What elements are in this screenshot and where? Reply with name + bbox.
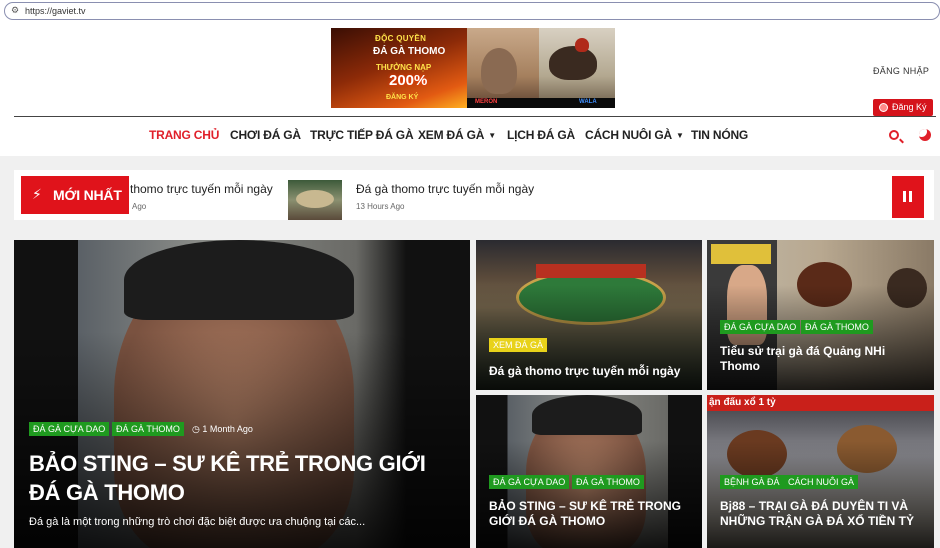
ticker-item-time: Ago [132,202,147,211]
post-title[interactable]: BẢO STING – SƯ KÊ TRẺ TRONG GIỚI ĐÁ GÀ T… [489,499,699,529]
register-dot-icon [879,103,888,112]
nav-home[interactable]: TRANG CHỦ [149,128,219,142]
ticker-thumbnail[interactable] [288,180,342,220]
meron-label: MERON [475,99,498,105]
banner-line2: ĐÁ GÀ THOMO [373,46,446,57]
post-title[interactable]: Đá gà thomo trực tuyến mỗi ngày [489,364,694,379]
ad-banner[interactable]: ĐỘC QUYỀN ĐÁ GÀ THOMO THƯỞNG NẠP 200% ĐĂ… [331,28,615,108]
ticker-pause-button[interactable] [892,176,924,218]
category-tag[interactable]: XEM ĐÁ GÀ [489,338,548,352]
category-tag[interactable]: BỆNH GÀ ĐÁ [720,475,784,489]
wala-label: WALA [579,99,597,105]
browser-toolbar: ⚙ https://gaviet.tv [0,0,940,22]
banner-promo-panel: ĐỘC QUYỀN ĐÁ GÀ THOMO THƯỞNG NẠP 200% ĐĂ… [331,28,467,108]
category-tag[interactable]: CÁCH NUÔI GÀ [784,475,859,489]
pause-icon [903,191,906,202]
category-tag[interactable]: ĐÁ GÀ THOMO [801,320,873,334]
post-gradient [476,440,702,548]
arena-ring [296,190,334,208]
banner-line5: ĐĂNG KÝ [386,94,419,101]
nav-schedule[interactable]: LỊCH ĐÁ GÀ [507,128,575,142]
featured-excerpt: Đá gà là một trong những trò chơi đặc bi… [29,516,366,528]
category-tag[interactable]: ĐÁ GÀ THOMO [112,422,184,436]
login-link[interactable]: ĐĂNG NHẬP [873,66,929,76]
post-gradient [707,285,934,390]
nav-play[interactable]: CHƠI ĐÁ GÀ [230,128,301,142]
ticker-item-title[interactable]: thomo trực tuyến mỗi ngày [130,182,273,196]
banner-line1: ĐỘC QUYỀN [375,34,427,43]
chevron-down-icon: ▼ [488,131,496,140]
category-tag[interactable]: ĐÁ GÀ CỰA DAO [720,320,801,334]
category-tag[interactable]: ĐÁ GÀ CỰA DAO [489,475,570,489]
post-time-text: 1 Month Ago [202,424,253,434]
person-cap [124,240,354,320]
post-time: ◷ 1 Month Ago [192,424,253,435]
clock-icon: ◷ [192,425,200,435]
post-title[interactable]: Bj88 – TRẠI GÀ ĐÁ DUYÊN TI VÀ NHỮNG TRẬN… [720,499,930,529]
nav-watch[interactable]: XEM ĐÁ GÀ ▼ [418,128,496,142]
nav-raising[interactable]: CÁCH NUÔI GÀ ▼ [585,128,684,142]
banner-photo-handler [467,28,539,108]
chevron-down-icon: ▼ [675,131,684,140]
overlay-headline: ận đấu xổ 1 tỷ [709,397,776,408]
news-ticker: ⚡ MỚI NHẤT thomo trực tuyến mỗi ngày Ago… [14,170,934,220]
site-info-icon[interactable]: ⚙ [11,6,19,16]
nav-hot-news[interactable]: TIN NÓNG [691,128,748,142]
nav-watch-label: XEM ĐÁ GÀ [418,128,485,142]
register-button[interactable]: Đăng Ký [873,99,933,116]
register-label: Đăng Ký [892,102,927,112]
post-card[interactable]: ận đấu xổ 1 tỷ BỆNH GÀ ĐÁ CÁCH NUÔI GÀ B… [707,395,934,548]
banner-line3: THƯỞNG NẠP [376,63,432,72]
post-card[interactable]: ĐÁ GÀ CỰA DAO ĐÁ GÀ THOMO Tiểu sử trại g… [707,240,934,390]
person-cap [532,395,642,435]
ticker-label: ⚡ MỚI NHẤT [21,176,129,214]
arena-banner [536,264,646,278]
person-silhouette [481,48,517,94]
search-icon[interactable] [889,130,899,140]
post-gradient [707,440,934,548]
main-nav: TRANG CHỦ CHƠI ĐÁ GÀ TRỰC TIẾP ĐÁ GÀ XEM… [0,117,940,155]
post-card[interactable]: ĐÁ GÀ CỰA DAO ĐÁ GÀ THOMO BẢO STING – SƯ… [476,395,702,548]
banner-labels-strip: MERON WALA [467,98,615,108]
post-title[interactable]: Tiểu sử trại gà đá Quảng NHi Thomo [720,344,920,374]
sign-yellow [711,244,771,264]
category-tag[interactable]: ĐÁ GÀ THOMO [572,475,644,489]
ticker-label-text: MỚI NHẤT [53,187,122,203]
featured-card[interactable]: ĐÁ GÀ CỰA DAO ĐÁ GÀ THOMO ◷ 1 Month Ago … [14,240,470,548]
nav-raising-label: CÁCH NUÔI GÀ [585,128,672,142]
banner-photo-rooster [539,28,615,108]
url-text[interactable]: https://gaviet.tv [25,6,86,16]
ticker-item-title[interactable]: Đá gà thomo trực tuyến mỗi ngày [356,182,534,196]
ticker-item-time: 13 Hours Ago [356,202,405,211]
featured-title[interactable]: BẢO STING – SƯ KÊ TRẺ TRONG GIỚI ĐÁ GÀ T… [29,450,429,507]
address-bar[interactable]: ⚙ https://gaviet.tv [4,2,940,20]
pause-icon [909,191,912,202]
nav-live[interactable]: TRỰC TIẾP ĐÁ GÀ [310,128,414,142]
post-card[interactable]: XEM ĐÁ GÀ Đá gà thomo trực tuyến mỗi ngà… [476,240,702,390]
rooster-silhouette [549,46,597,80]
banner-line4: 200% [389,72,428,89]
category-tag[interactable]: ĐÁ GÀ CỰA DAO [29,422,110,436]
rooster-head [575,38,589,52]
bolt-icon: ⚡ [32,187,42,203]
dark-mode-icon[interactable] [919,129,931,141]
site-header: ĐỘC QUYỀN ĐÁ GÀ THOMO THƯỞNG NẠP 200% ĐĂ… [0,22,940,156]
